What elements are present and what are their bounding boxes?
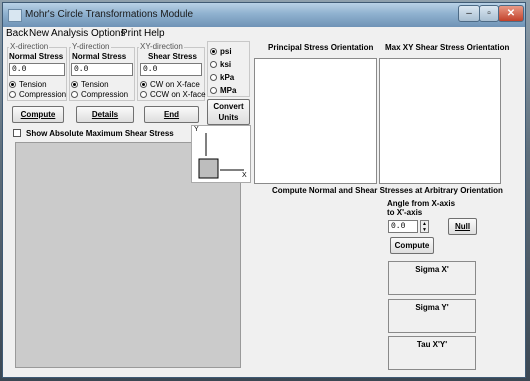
unit-kpa-label: kPa — [220, 73, 235, 82]
menu-print[interactable]: Print — [121, 28, 142, 39]
xy-shear-stress-input[interactable]: 0.0 — [140, 63, 202, 76]
unit-mpa-label: MPa — [220, 86, 237, 95]
principal-stress-orientation-panel — [254, 58, 377, 184]
angle-label-line1: Angle from X-axis — [387, 199, 456, 208]
title-bar: Mohr's Circle Transformations Module – ▫… — [3, 3, 525, 27]
unit-psi-radio[interactable]: psi — [210, 47, 232, 56]
sigma-x-prime-output: Sigma X' — [388, 261, 476, 295]
angle-input[interactable]: 0.0 — [388, 220, 418, 233]
cw-on-x-face-radio[interactable]: CW on X-face — [140, 80, 200, 89]
compute-button[interactable]: Compute — [12, 106, 64, 123]
app-icon — [8, 9, 22, 22]
angle-spinner[interactable]: ▲ ▼ — [420, 220, 429, 233]
unit-ksi-label: ksi — [220, 60, 232, 69]
x-normal-stress-label: Normal Stress — [9, 52, 64, 61]
radio-icon — [140, 91, 147, 98]
max-shear-orientation-panel — [379, 58, 501, 184]
radio-icon — [210, 61, 217, 68]
stress-element-panel: Y X — [191, 125, 251, 183]
x-compression-label: Compression — [19, 90, 67, 99]
show-abs-max-shear-checkbox[interactable]: Show Absolute Maximum Shear Stress — [13, 129, 174, 138]
unit-kpa-radio[interactable]: kPa — [210, 73, 234, 82]
x-axis-label: X — [242, 172, 247, 179]
close-icon[interactable]: ✕ — [498, 5, 524, 22]
maximize-icon[interactable]: ▫ — [479, 5, 499, 22]
y-direction-group-title: Y-direction — [71, 42, 111, 51]
y-normal-stress-input[interactable]: 0.0 — [71, 63, 133, 76]
details-button-label: Details — [91, 110, 119, 119]
radio-selected-icon — [9, 81, 16, 88]
arbitrary-orientation-heading: Compute Normal and Shear Stresses at Arb… — [272, 186, 503, 195]
ccw-on-x-face-radio[interactable]: CCW on X-face — [140, 90, 206, 99]
convert-units-button[interactable]: Convert Units — [207, 99, 250, 125]
radio-icon — [9, 91, 16, 98]
show-abs-max-shear-label: Show Absolute Maximum Shear Stress — [26, 129, 174, 138]
minimize-icon[interactable]: – — [458, 5, 480, 22]
y-tension-label: Tension — [81, 80, 109, 89]
unit-psi-label: psi — [220, 47, 232, 56]
checkbox-icon — [13, 129, 21, 137]
sigma-x-prime-label: Sigma X' — [415, 265, 449, 274]
angle-label-line2: to X'-axis — [387, 208, 423, 217]
compute-button-label: Compute — [20, 110, 56, 119]
end-button[interactable]: End — [144, 106, 199, 123]
window-title: Mohr's Circle Transformations Module — [25, 9, 194, 20]
y-compression-radio[interactable]: Compression — [71, 90, 128, 99]
cw-on-x-face-label: CW on X-face — [150, 80, 200, 89]
tau-xy-prime-output: Tau X'Y' — [388, 336, 476, 370]
y-tension-radio[interactable]: Tension — [71, 80, 109, 89]
unit-mpa-radio[interactable]: MPa — [210, 86, 236, 95]
null-button-label: Null — [454, 222, 471, 231]
x-normal-stress-input[interactable]: 0.0 — [9, 63, 65, 76]
radio-icon — [210, 87, 217, 94]
max-shear-orientation-heading: Max XY Shear Stress Orientation — [385, 43, 510, 52]
radio-selected-icon — [71, 81, 78, 88]
tau-xy-prime-label: Tau X'Y' — [416, 340, 448, 349]
y-compression-label: Compression — [81, 90, 129, 99]
menu-help[interactable]: Help — [144, 28, 165, 39]
radio-icon — [210, 74, 217, 81]
y-normal-stress-label: Normal Stress — [72, 52, 127, 61]
xy-direction-group-title: XY-direction — [139, 42, 184, 51]
radio-selected-icon — [210, 48, 217, 55]
menu-analysis-options[interactable]: Analysis Options — [51, 28, 125, 39]
x-tension-label: Tension — [19, 80, 47, 89]
menu-back[interactable]: Back — [6, 28, 28, 39]
sigma-y-prime-output: Sigma Y' — [388, 299, 476, 333]
unit-ksi-radio[interactable]: ksi — [210, 60, 231, 69]
radio-selected-icon — [140, 81, 147, 88]
radio-icon — [71, 91, 78, 98]
xy-shear-stress-label: Shear Stress — [148, 52, 197, 61]
ccw-on-x-face-label: CCW on X-face — [150, 90, 206, 99]
x-compression-radio[interactable]: Compression — [9, 90, 66, 99]
x-direction-group-title: X-direction — [9, 42, 50, 51]
menu-new[interactable]: New — [29, 28, 49, 39]
principal-stress-orientation-heading: Principal Stress Orientation — [268, 43, 374, 52]
arbitrary-compute-button[interactable]: Compute — [390, 237, 434, 254]
null-button[interactable]: Null — [448, 218, 477, 235]
sigma-y-prime-label: Sigma Y' — [415, 303, 449, 312]
menu-bar: Back New Analysis Options Print Help — [3, 27, 525, 41]
main-window: Mohr's Circle Transformations Module – ▫… — [2, 2, 526, 378]
x-tension-radio[interactable]: Tension — [9, 80, 47, 89]
details-button[interactable]: Details — [76, 106, 134, 123]
end-button-label: End — [163, 110, 180, 119]
